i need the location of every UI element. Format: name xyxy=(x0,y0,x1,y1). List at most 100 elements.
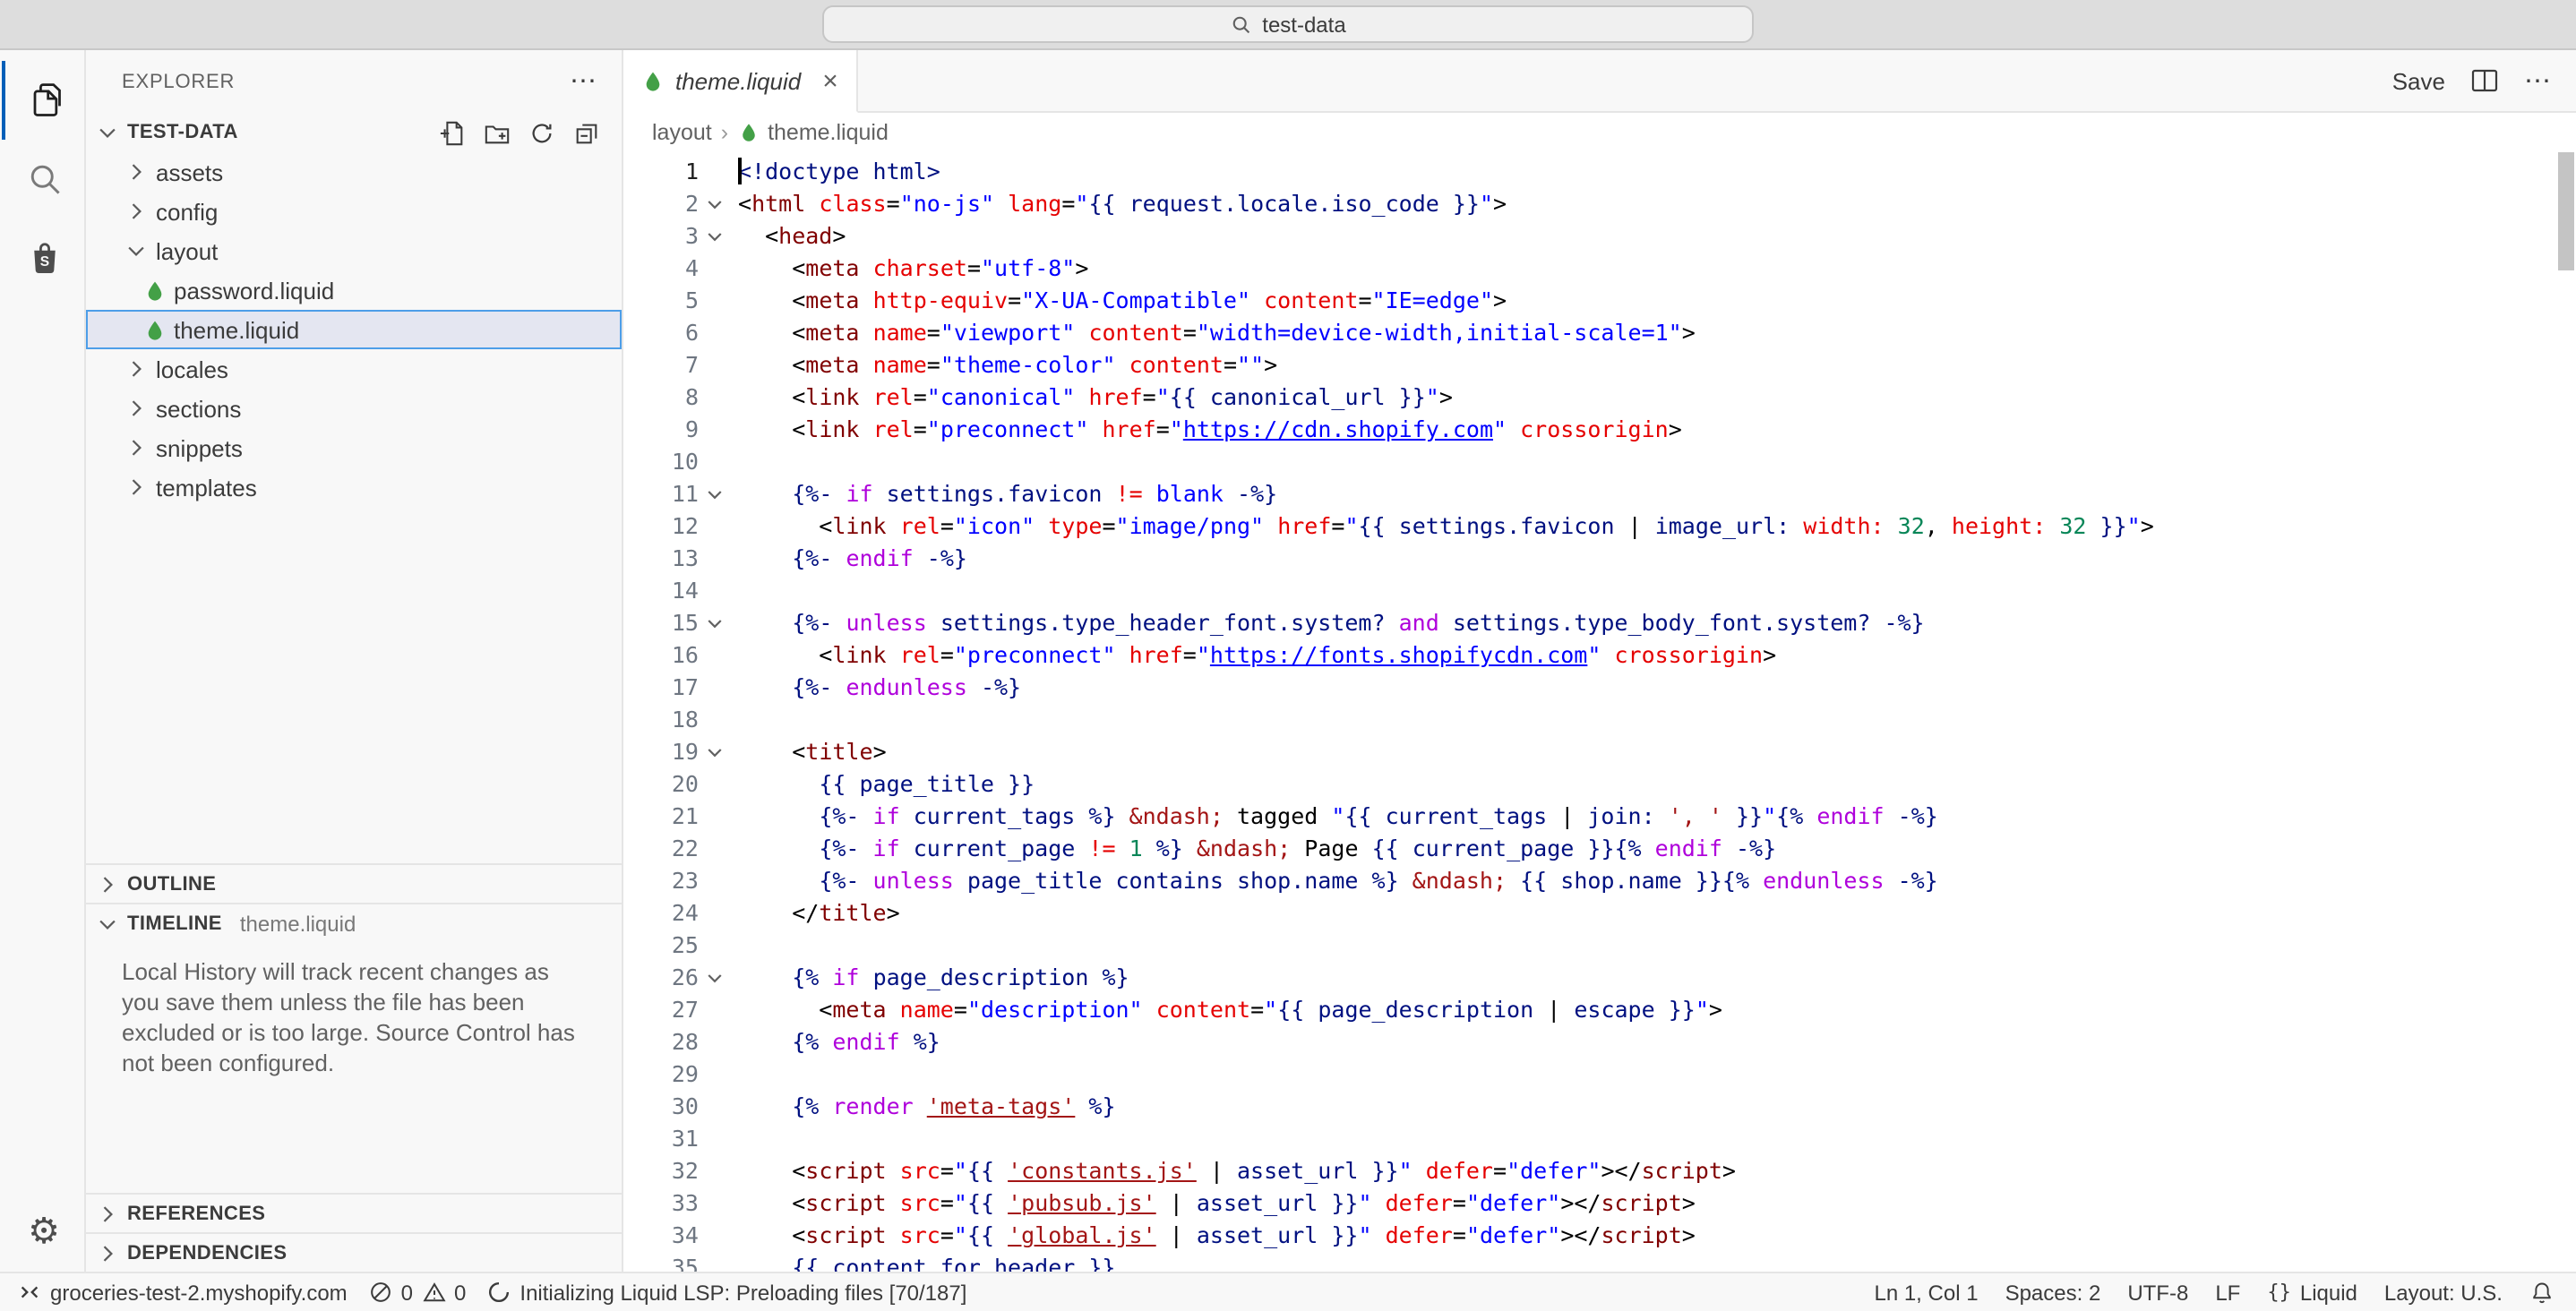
code-line-10[interactable]: 10 xyxy=(623,446,2576,478)
line-number: 22 xyxy=(623,833,699,865)
scrollbar-thumb[interactable] xyxy=(2558,152,2574,270)
save-button[interactable]: Save xyxy=(2392,67,2445,94)
code-line-16[interactable]: 16 <link rel="preconnect" href="https://… xyxy=(623,639,2576,672)
code-line-20[interactable]: 20 {{ page_title }} xyxy=(623,768,2576,801)
code-line-35[interactable]: 35 {{ content_for_header }} xyxy=(623,1252,2576,1272)
code-line-1[interactable]: 1<!doctype html> xyxy=(623,156,2576,188)
split-editor-icon[interactable] xyxy=(2470,66,2499,95)
code-line-5[interactable]: 5 <meta http-equiv="X-UA-Compatible" con… xyxy=(623,285,2576,317)
code-line-32[interactable]: 32 <script src="{{ 'constants.js' | asse… xyxy=(623,1155,2576,1187)
new-folder-icon[interactable] xyxy=(484,119,511,146)
store-status[interactable]: groceries-test-2.myshopify.com xyxy=(18,1280,348,1305)
problems-status[interactable]: 0 0 xyxy=(369,1280,467,1305)
encoding-status[interactable]: UTF-8 xyxy=(2127,1280,2188,1305)
code-line-31[interactable]: 31 xyxy=(623,1123,2576,1155)
code-line-22[interactable]: 22 {%- if current_page != 1 %} &ndash; P… xyxy=(623,833,2576,865)
keyboard-layout-status[interactable]: Layout: U.S. xyxy=(2384,1280,2503,1305)
tab-theme-liquid[interactable]: theme.liquid × xyxy=(623,50,858,113)
shopify-activity-button[interactable]: S xyxy=(1,218,83,297)
line-number: 16 xyxy=(623,639,699,672)
eol-status[interactable]: LF xyxy=(2215,1280,2240,1305)
editor-more-actions-icon[interactable]: ⋯ xyxy=(2524,67,2551,94)
command-center-search[interactable]: test-data xyxy=(822,5,1754,43)
code-line-17[interactable]: 17 {%- endunless -%} xyxy=(623,672,2576,704)
tree-item-label: theme.liquid xyxy=(174,316,299,343)
error-icon xyxy=(369,1281,392,1304)
explorer-more-actions-icon[interactable]: ⋯ xyxy=(570,68,597,95)
code-line-18[interactable]: 18 xyxy=(623,704,2576,736)
search-activity-button[interactable] xyxy=(1,140,83,218)
chevron-right-icon xyxy=(122,475,150,500)
tree-item-theme-liquid[interactable]: theme.liquid xyxy=(86,310,622,349)
timeline-section-header[interactable]: TIMELINE theme.liquid xyxy=(86,903,622,942)
explorer-activity-button[interactable] xyxy=(1,61,83,140)
line-number: 29 xyxy=(623,1058,699,1091)
code-line-15[interactable]: 15 {%- unless settings.type_header_font.… xyxy=(623,607,2576,639)
fold-gutter xyxy=(699,285,731,317)
code-line-14[interactable]: 14 xyxy=(623,575,2576,607)
code-line-6[interactable]: 6 <meta name="viewport" content="width=d… xyxy=(623,317,2576,349)
code-line-4[interactable]: 4 <meta charset="utf-8"> xyxy=(623,253,2576,285)
code-line-12[interactable]: 12 <link rel="icon" type="image/png" hre… xyxy=(623,510,2576,543)
fold-chevron-down-icon[interactable] xyxy=(699,962,731,994)
code-line-3[interactable]: 3 <head> xyxy=(623,220,2576,253)
tree-item-label: config xyxy=(156,198,218,225)
code-line-13[interactable]: 13 {%- endif -%} xyxy=(623,543,2576,575)
cursor-position-status[interactable]: Ln 1, Col 1 xyxy=(1874,1280,1978,1305)
tree-item-templates[interactable]: templates xyxy=(86,467,622,507)
tree-item-sections[interactable]: sections xyxy=(86,389,622,428)
fold-chevron-down-icon[interactable] xyxy=(699,220,731,253)
code-line-34[interactable]: 34 <script src="{{ 'global.js' | asset_u… xyxy=(623,1220,2576,1252)
fold-chevron-down-icon[interactable] xyxy=(699,607,731,639)
lsp-progress-status[interactable]: Initializing Liquid LSP: Preloading file… xyxy=(487,1280,966,1305)
fold-gutter xyxy=(699,639,731,672)
tree-item-label: assets xyxy=(156,159,223,185)
code-line-27[interactable]: 27 <meta name="description" content="{{ … xyxy=(623,994,2576,1026)
tree-item-locales[interactable]: locales xyxy=(86,349,622,389)
code-line-19[interactable]: 19 <title> xyxy=(623,736,2576,768)
code-line-28[interactable]: 28 {% endif %} xyxy=(623,1026,2576,1058)
code-line-7[interactable]: 7 <meta name="theme-color" content=""> xyxy=(623,349,2576,381)
bell-icon[interactable] xyxy=(2529,1280,2555,1305)
code-area[interactable]: 1<!doctype html>2<html class="no-js" lan… xyxy=(623,152,2576,1272)
tree-item-password-liquid[interactable]: password.liquid xyxy=(86,270,622,310)
code-line-33[interactable]: 33 <script src="{{ 'pubsub.js' | asset_u… xyxy=(623,1187,2576,1220)
code-line-11[interactable]: 11 {%- if settings.favicon != blank -%} xyxy=(623,478,2576,510)
settings-button[interactable]: ⚙ xyxy=(1,1193,83,1272)
line-number: 20 xyxy=(623,768,699,801)
tree-item-layout[interactable]: layout xyxy=(86,231,622,270)
code-line-2[interactable]: 2<html class="no-js" lang="{{ request.lo… xyxy=(623,188,2576,220)
tree-item-assets[interactable]: assets xyxy=(86,152,622,192)
fold-chevron-down-icon[interactable] xyxy=(699,478,731,510)
collapse-all-icon[interactable] xyxy=(573,119,600,146)
references-section-header[interactable]: REFERENCES xyxy=(86,1193,622,1232)
code-line-30[interactable]: 30 {% render 'meta-tags' %} xyxy=(623,1091,2576,1123)
project-root-row[interactable]: TEST-DATA xyxy=(86,113,622,152)
refresh-icon[interactable] xyxy=(528,119,555,146)
editor-group: theme.liquid × Save ⋯ layout › theme.liq xyxy=(623,50,2576,1272)
code-line-25[interactable]: 25 xyxy=(623,930,2576,962)
tree-item-config[interactable]: config xyxy=(86,192,622,231)
fold-chevron-down-icon[interactable] xyxy=(699,188,731,220)
close-icon[interactable]: × xyxy=(822,67,838,94)
tree-item-label: locales xyxy=(156,356,228,382)
fold-chevron-down-icon[interactable] xyxy=(699,736,731,768)
code-line-9[interactable]: 9 <link rel="preconnect" href="https://c… xyxy=(623,414,2576,446)
tree-item-snippets[interactable]: snippets xyxy=(86,428,622,467)
code-line-26[interactable]: 26 {% if page_description %} xyxy=(623,962,2576,994)
code-line-24[interactable]: 24 </title> xyxy=(623,897,2576,930)
tree-item-label: sections xyxy=(156,395,241,422)
language-mode-status[interactable]: {} Liquid xyxy=(2267,1280,2357,1305)
indentation-status[interactable]: Spaces: 2 xyxy=(2005,1280,2101,1305)
breadcrumb-file[interactable]: theme.liquid xyxy=(768,120,889,145)
chevron-right-icon xyxy=(122,199,150,224)
code-line-29[interactable]: 29 xyxy=(623,1058,2576,1091)
fold-gutter xyxy=(699,865,731,897)
breadcrumb-folder[interactable]: layout xyxy=(652,120,712,145)
outline-section-header[interactable]: OUTLINE xyxy=(86,863,622,903)
code-line-8[interactable]: 8 <link rel="canonical" href="{{ canonic… xyxy=(623,381,2576,414)
dependencies-section-header[interactable]: DEPENDENCIES xyxy=(86,1232,622,1272)
new-file-icon[interactable] xyxy=(439,119,466,146)
code-line-23[interactable]: 23 {%- unless page_title contains shop.n… xyxy=(623,865,2576,897)
code-line-21[interactable]: 21 {%- if current_tags %} &ndash; tagged… xyxy=(623,801,2576,833)
